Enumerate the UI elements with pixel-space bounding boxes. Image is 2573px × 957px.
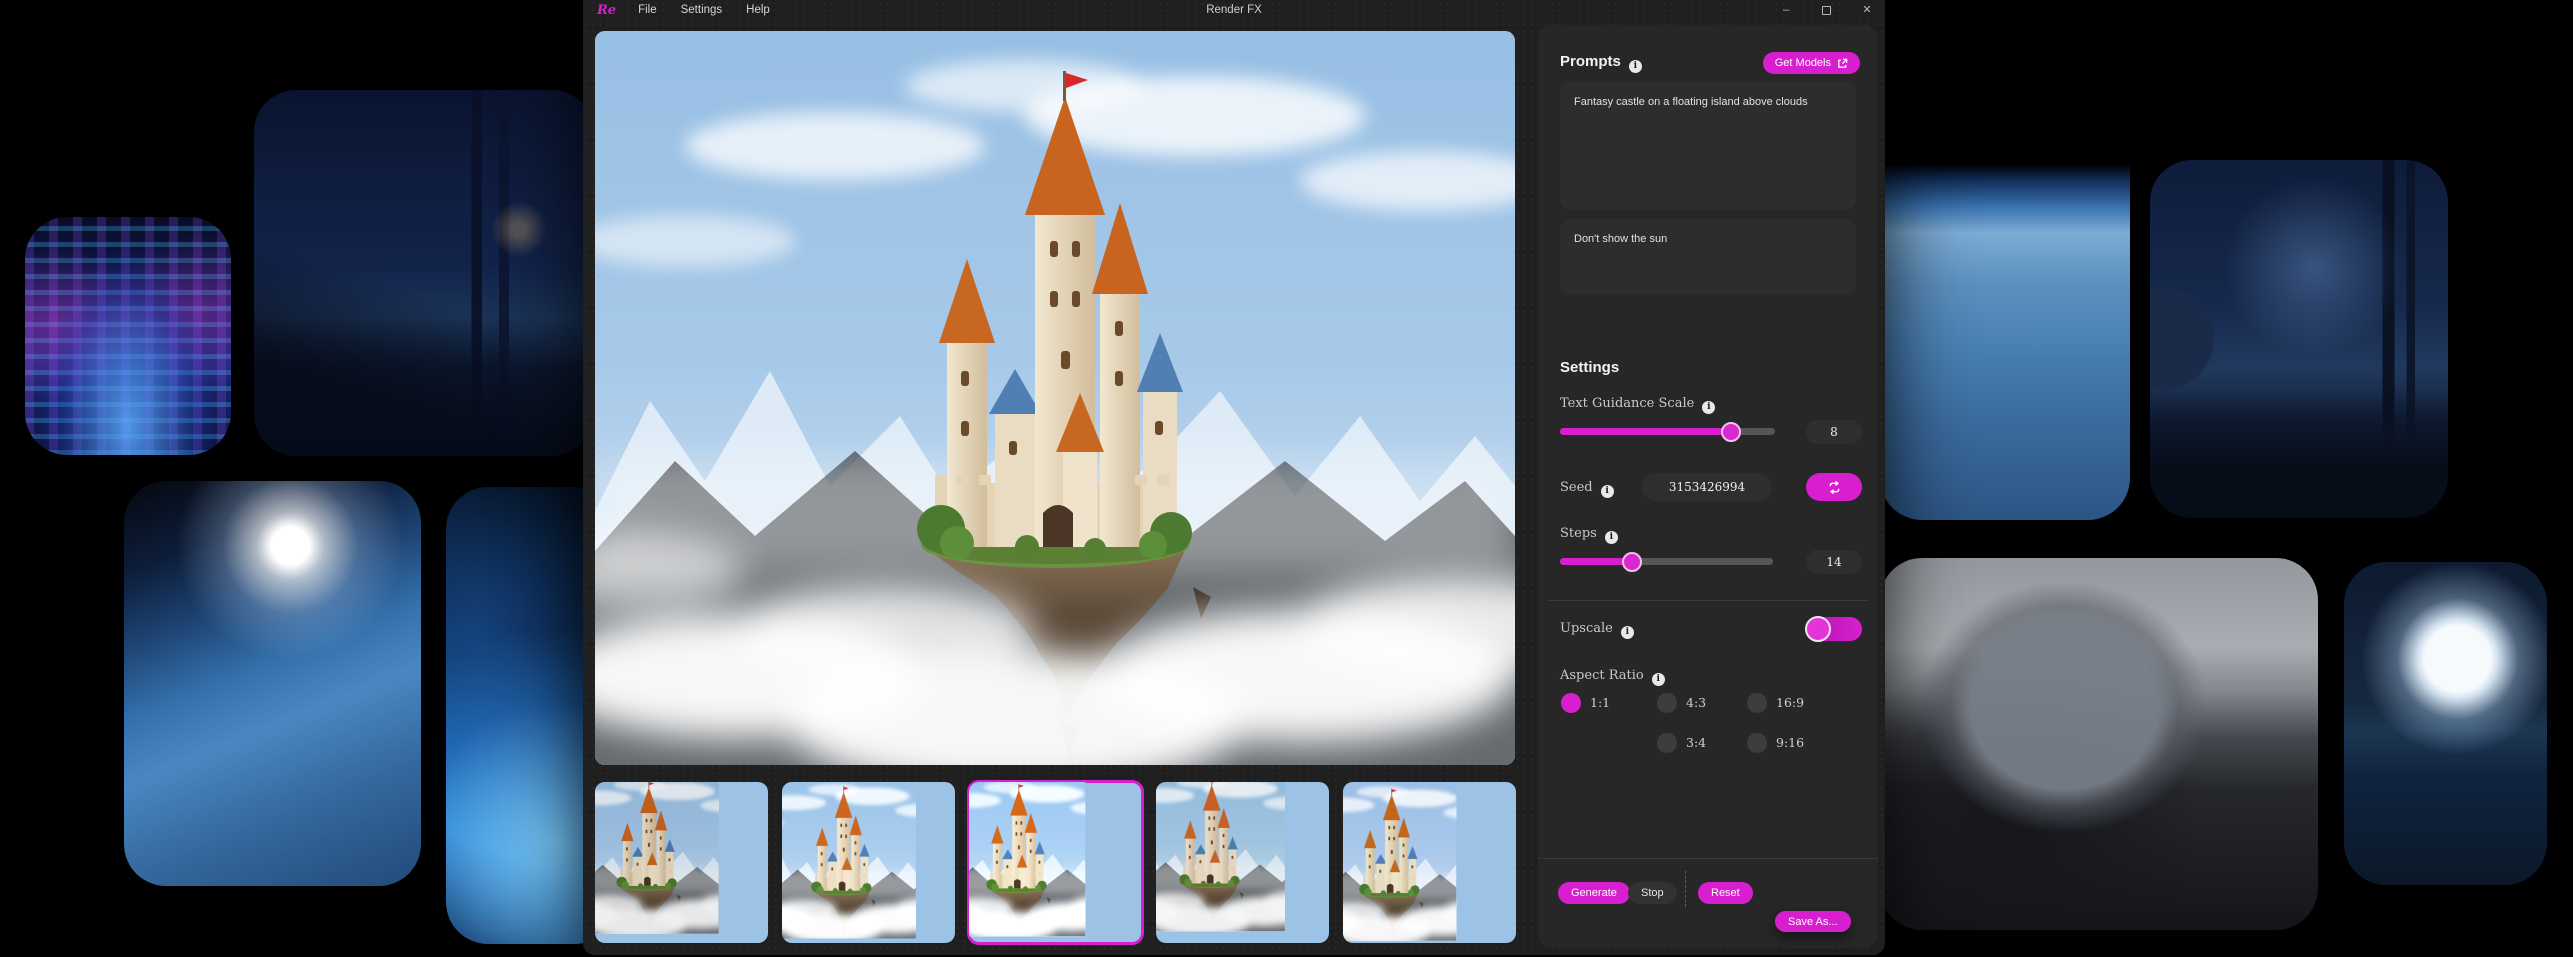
info-icon[interactable]: i xyxy=(1604,531,1618,544)
title-bar: Re File Settings Help Render FX – ✕ xyxy=(583,0,1885,20)
menu-help[interactable]: Help xyxy=(746,4,770,16)
bg-image-alien-planet-city xyxy=(2150,160,2448,518)
bg-image-earth-orbit-sunrise xyxy=(124,481,421,886)
aspect-ratio-label-row: Aspect Ratio i xyxy=(1560,666,1665,686)
info-icon[interactable]: i xyxy=(1600,485,1614,498)
settings-heading: Settings xyxy=(1560,359,1620,376)
steps-thumb[interactable] xyxy=(1622,552,1642,572)
thumbnail-3-selected[interactable] xyxy=(967,780,1144,945)
aspect-ratio-label-4-3: 4:3 xyxy=(1686,695,1707,710)
aspect-ratio-radio-3-4[interactable] xyxy=(1657,733,1677,753)
menu-bar: File Settings Help xyxy=(638,4,770,16)
app-logo: Re xyxy=(597,2,617,18)
text-guidance-scale-slider[interactable] xyxy=(1560,428,1775,435)
menu-file[interactable]: File xyxy=(638,4,657,16)
seed-label-row: Seed i xyxy=(1560,478,1614,498)
aspect-ratio-radio-9-16[interactable] xyxy=(1747,733,1767,753)
aspect-ratio-label-16-9: 16:9 xyxy=(1776,695,1805,710)
minimize-icon[interactable]: – xyxy=(1780,4,1792,16)
preview-image xyxy=(595,31,1515,765)
aspect-ratio-label-9-16: 9:16 xyxy=(1776,735,1805,750)
slider-fill xyxy=(1560,428,1732,435)
aspect-ratio-label-3-4: 3:4 xyxy=(1686,735,1707,750)
refresh-icon xyxy=(1827,480,1842,494)
reset-button[interactable]: Reset xyxy=(1698,882,1753,904)
steps-slider[interactable] xyxy=(1560,558,1773,565)
get-models-button[interactable]: Get Models xyxy=(1762,52,1860,74)
seed-input[interactable]: 3153426994 xyxy=(1642,473,1772,501)
negative-prompt-input[interactable]: Don't show the sun xyxy=(1560,219,1856,294)
settings-panel: Prompts i Get Models Fantasy castle on a … xyxy=(1538,25,1878,948)
seed-randomize-button[interactable] xyxy=(1806,473,1862,501)
window-title: Render FX xyxy=(1206,4,1262,16)
thumbnail-4[interactable] xyxy=(1156,782,1329,943)
window-controls: – ✕ xyxy=(1780,0,1873,20)
footer-divider xyxy=(1538,858,1878,859)
bg-image-futuristic-city-night xyxy=(254,90,594,456)
bg-image-cyberpunk-control-room xyxy=(25,217,231,455)
aspect-ratio-radio-16-9[interactable] xyxy=(1747,693,1767,713)
bg-image-robot-satellite-over-earth xyxy=(1880,91,2130,520)
steps-value[interactable]: 14 xyxy=(1806,550,1862,574)
stop-button[interactable]: Stop xyxy=(1628,882,1677,904)
bg-image-full-moon-over-ocean xyxy=(2344,562,2547,885)
info-icon[interactable]: i xyxy=(1702,401,1716,414)
prompts-header: Prompts i xyxy=(1560,53,1642,73)
thumbnail-strip xyxy=(595,780,1516,945)
thumbnail-1[interactable] xyxy=(595,782,768,943)
aspect-ratio-radio-4-3[interactable] xyxy=(1657,693,1677,713)
positive-prompt-input[interactable]: Fantasy castle on a floating island abov… xyxy=(1560,82,1856,210)
text-guidance-scale-value[interactable]: 8 xyxy=(1806,420,1862,444)
text-guidance-scale-label-row: Text Guidance Scale i xyxy=(1560,394,1716,414)
save-as-button[interactable]: Save As... xyxy=(1775,911,1851,932)
aspect-ratio-radio-1-1[interactable] xyxy=(1561,693,1581,713)
section-divider xyxy=(1548,600,1868,601)
text-guidance-scale-thumb[interactable] xyxy=(1721,422,1741,442)
menu-settings[interactable]: Settings xyxy=(681,4,723,16)
thumbnail-2[interactable] xyxy=(782,782,955,943)
upscale-toggle[interactable] xyxy=(1805,616,1862,642)
generate-button[interactable]: Generate xyxy=(1558,882,1630,904)
info-icon[interactable]: i xyxy=(1620,626,1634,639)
bg-image-spaceship-on-moon xyxy=(1880,558,2318,930)
steps-label-row: Steps i xyxy=(1560,524,1618,544)
thumbnail-5[interactable] xyxy=(1343,782,1516,943)
footer-dashed-divider xyxy=(1685,871,1686,907)
info-icon[interactable]: i xyxy=(1651,673,1665,686)
external-link-icon xyxy=(1837,58,1848,69)
close-icon[interactable]: ✕ xyxy=(1861,4,1873,16)
desktop-background: Re File Settings Help Render FX – ✕ Prom… xyxy=(0,0,2573,957)
toggle-knob xyxy=(1805,616,1831,642)
upscale-label-row: Upscale i xyxy=(1560,619,1634,639)
app-window: Re File Settings Help Render FX – ✕ Prom… xyxy=(583,0,1885,955)
prompts-heading: Prompts xyxy=(1560,53,1621,70)
aspect-ratio-label-1-1: 1:1 xyxy=(1590,695,1611,710)
info-icon[interactable]: i xyxy=(1628,60,1642,73)
maximize-icon[interactable] xyxy=(1822,5,1831,15)
